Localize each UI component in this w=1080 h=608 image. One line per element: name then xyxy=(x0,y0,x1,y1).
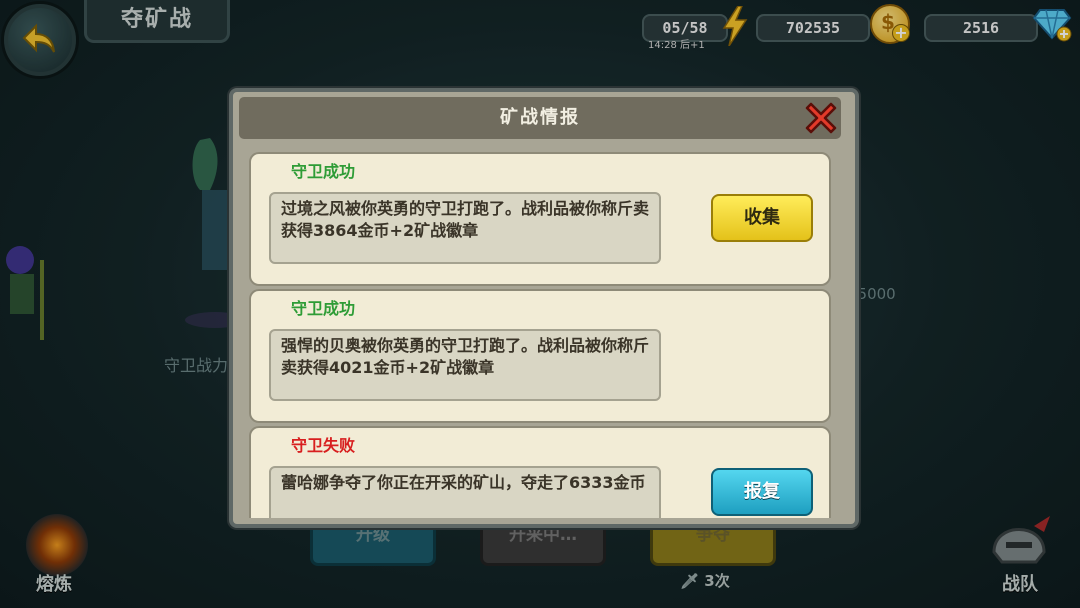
dialog-title: 矿战情报 xyxy=(239,97,841,139)
revenge-button[interactable]: 报复 xyxy=(711,468,813,516)
report-message: 强悍的贝奥被你英勇的守卫打跑了。战利品被你称斤卖获得4021金币+2矿战徽章 xyxy=(269,329,661,401)
report-status: 守卫成功 xyxy=(291,299,356,318)
battle-report-dialog: 矿战情报 守卫成功 过境之风被你英勇的守卫打跑了。战利品被你称斤卖获得3864金… xyxy=(229,88,859,528)
report-status: 守卫失败 xyxy=(291,436,356,455)
report-status: 守卫成功 xyxy=(291,162,356,181)
close-icon xyxy=(805,102,837,134)
report-list[interactable]: 守卫成功 过境之风被你英勇的守卫打跑了。战利品被你称斤卖获得3864金币+2矿战… xyxy=(241,148,847,518)
close-button[interactable] xyxy=(801,98,841,138)
collect-button[interactable]: 收集 xyxy=(711,194,813,242)
report-card: 守卫成功 强悍的贝奥被你英勇的守卫打跑了。战利品被你称斤卖获得4021金币+2矿… xyxy=(249,289,831,423)
report-message: 过境之风被你英勇的守卫打跑了。战利品被你称斤卖获得3864金币+2矿战徽章 xyxy=(269,192,661,264)
report-card: 守卫失败 蕾哈娜争夺了你正在开采的矿山，夺走了6333金币 报复 xyxy=(249,426,831,518)
report-card: 守卫成功 过境之风被你英勇的守卫打跑了。战利品被你称斤卖获得3864金币+2矿战… xyxy=(249,152,831,286)
report-message: 蕾哈娜争夺了你正在开采的矿山，夺走了6333金币 xyxy=(269,466,661,518)
